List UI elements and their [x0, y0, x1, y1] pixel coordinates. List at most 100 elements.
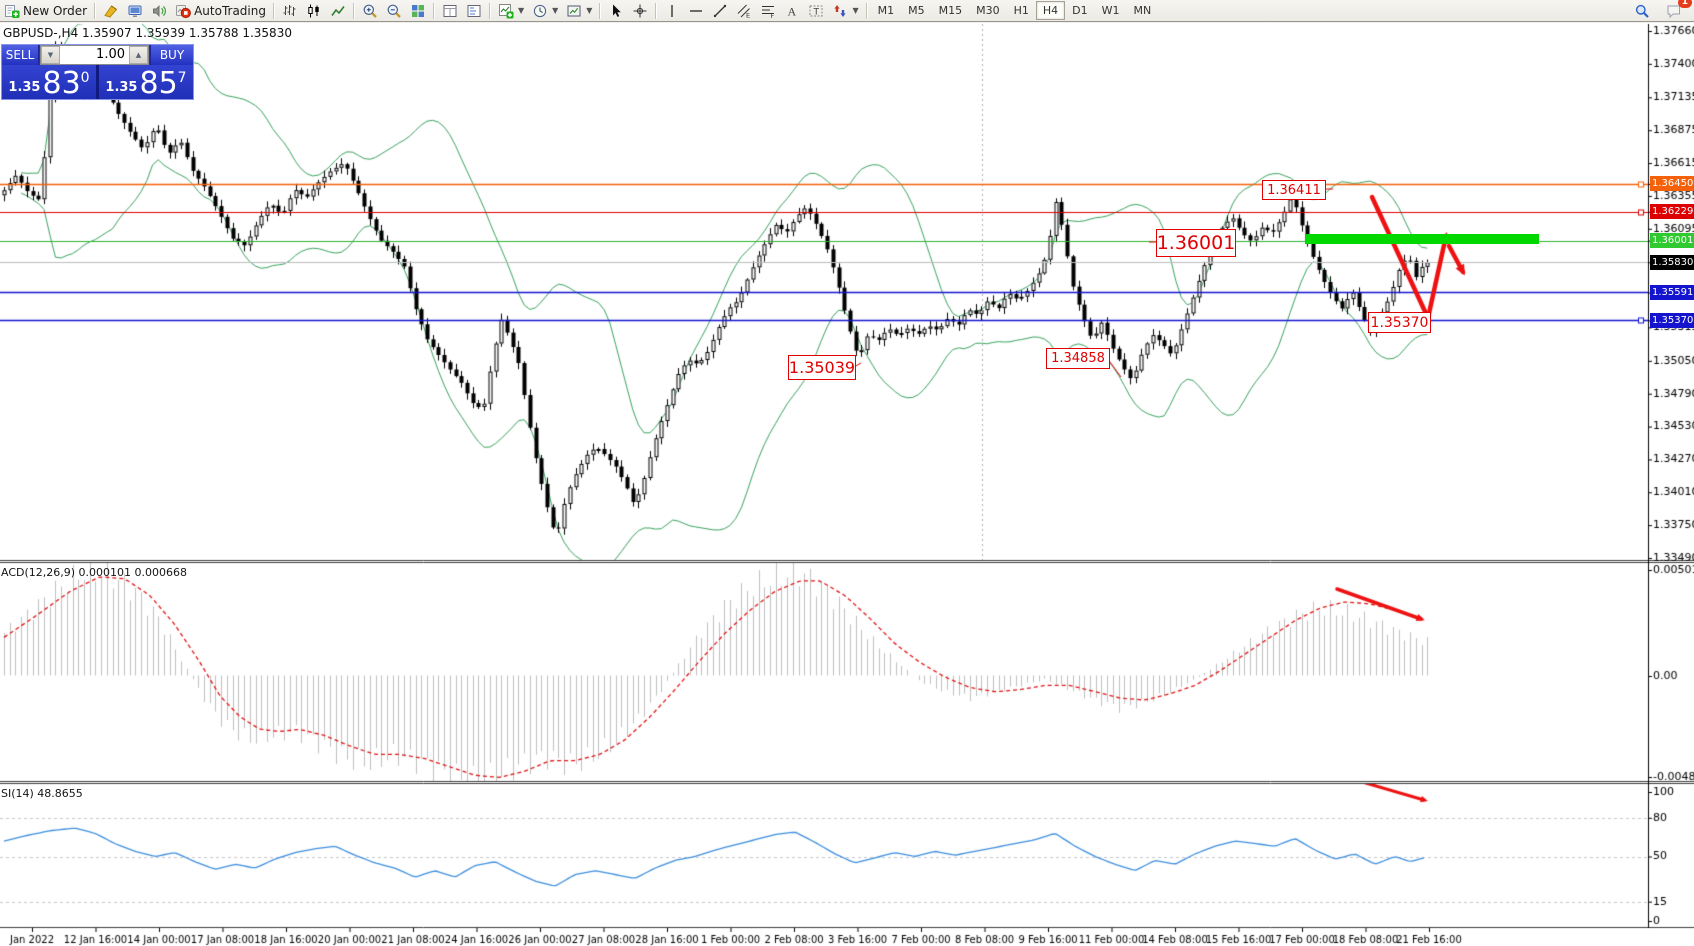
buy-price[interactable]: 1.35 85 7 [99, 65, 193, 99]
support-zone-highlight[interactable] [1305, 234, 1539, 244]
sell-price-small: 1.35 [8, 80, 40, 95]
tile-windows-icon [410, 3, 426, 19]
zoom-in-button[interactable] [358, 1, 382, 20]
fibonacci-button[interactable]: F [756, 1, 780, 20]
timeframe-m1-button[interactable]: M1 [871, 1, 902, 20]
chart-tools-group: ▼ ▼ ▼ [278, 1, 596, 20]
autotrading-button[interactable]: AutoTrading [171, 1, 270, 20]
horizontal-line-icon [688, 3, 704, 19]
price-annotation-1.35039[interactable]: 1.35039 [788, 355, 856, 380]
rsi-label: SI(14) 48.8655 [1, 787, 83, 800]
chart-canvas[interactable] [0, 0, 1694, 946]
autotrading-icon [175, 3, 191, 19]
timeframe-h1-button[interactable]: H1 [1007, 1, 1036, 20]
mt4-window: New Order AutoTrading ▼▼▼ EFAT▼ M1M5M15M… [0, 0, 1694, 946]
bar-chart-button[interactable] [278, 1, 302, 20]
new-order-button[interactable]: New Order [0, 1, 91, 20]
price-annotation-1.36001[interactable]: 1.36001 [1156, 229, 1236, 257]
new-order-label: New Order [23, 4, 87, 18]
terminal-icon [127, 3, 143, 19]
level-price-badge: 1.35370 [1650, 313, 1694, 328]
level-price-badge: 1.36450 [1650, 176, 1694, 191]
data-window-button[interactable] [438, 1, 462, 20]
timeframe-m30-button[interactable]: M30 [969, 1, 1007, 20]
chevron-down-icon[interactable]: ▼ [852, 6, 858, 15]
level-price-badge: 1.36229 [1650, 204, 1694, 219]
notifications-button[interactable]: 1 [1662, 1, 1686, 20]
cursor-button[interactable] [604, 1, 628, 20]
volume-stepper[interactable]: ▼ 1.00 ▲ [40, 45, 149, 65]
horizontal-line-button[interactable] [684, 1, 708, 20]
vertical-line-button[interactable] [660, 1, 684, 20]
label-icon: T [808, 3, 824, 19]
channel-button[interactable]: E [732, 1, 756, 20]
chart-title: GBPUSD-,H4 1.35907 1.35939 1.35788 1.358… [3, 26, 292, 40]
fibonacci-icon: F [760, 3, 776, 19]
buy-button[interactable]: BUY [150, 45, 193, 65]
data-window-icon [442, 3, 458, 19]
sell-price-big: 83 [42, 70, 80, 98]
buy-price-big: 85 [139, 70, 177, 98]
notification-badge: 1 [1678, 0, 1692, 8]
chevron-down-icon[interactable]: ▼ [552, 6, 558, 15]
timeframe-w1-button[interactable]: W1 [1095, 1, 1127, 20]
crosshair-icon [632, 3, 648, 19]
toolbar: New Order AutoTrading ▼▼▼ EFAT▼ M1M5M15M… [0, 0, 1694, 22]
volume-increase-button[interactable]: ▲ [129, 46, 148, 64]
svg-text:F: F [771, 12, 775, 19]
templates-icon [566, 3, 582, 19]
timeframe-m5-button[interactable]: M5 [901, 1, 932, 20]
navigator-button[interactable] [462, 1, 486, 20]
separator [273, 3, 275, 19]
sell-price-sup: 0 [81, 70, 90, 86]
chevron-down-icon[interactable]: ▼ [518, 6, 524, 15]
timeframe-m15-button[interactable]: M15 [932, 1, 970, 20]
level-price-badge: 1.36001 [1650, 233, 1694, 248]
separator [866, 3, 868, 19]
volume-value[interactable]: 1.00 [60, 46, 129, 64]
sell-button[interactable]: SELL [2, 45, 39, 65]
crosshair-button[interactable] [628, 1, 652, 20]
zoom-out-button[interactable] [382, 1, 406, 20]
cleanup-icon [103, 3, 119, 19]
chevron-down-icon[interactable]: ▼ [586, 6, 592, 15]
separator [599, 3, 601, 19]
line-chart-button[interactable] [326, 1, 350, 20]
alerts-icon [151, 3, 167, 19]
trendline-button[interactable] [708, 1, 732, 20]
tile-windows-button[interactable] [406, 1, 430, 20]
search-icon [1634, 3, 1650, 19]
buy-price-sup: 7 [178, 70, 187, 86]
label-button[interactable]: T [804, 1, 828, 20]
candlestick-button[interactable] [302, 1, 326, 20]
arrows-button[interactable]: ▼ [828, 1, 862, 20]
text-button[interactable]: A [780, 1, 804, 20]
price-annotation-1.36411[interactable]: 1.36411 [1262, 180, 1326, 200]
sell-price[interactable]: 1.35 83 0 [2, 65, 96, 99]
indicators-button[interactable]: ▼ [494, 1, 528, 20]
candlestick-icon [306, 3, 322, 19]
templates-button[interactable]: ▼ [562, 1, 596, 20]
timeframe-h4-button[interactable]: H4 [1036, 1, 1065, 20]
periods-button[interactable]: ▼ [528, 1, 562, 20]
channel-icon: E [736, 3, 752, 19]
drawing-tools-group: E F AT ▼ [604, 1, 862, 20]
alerts-button[interactable] [147, 1, 171, 20]
arrows-icon [832, 3, 848, 19]
svg-text:A: A [788, 4, 797, 18]
text-icon: A [784, 3, 800, 19]
svg-text:E: E [746, 11, 750, 19]
volume-decrease-button[interactable]: ▼ [41, 46, 60, 64]
timeframe-mn-button[interactable]: MN [1127, 1, 1159, 20]
price-annotation-1.35370[interactable]: 1.35370 [1368, 312, 1431, 333]
autotrading-label: AutoTrading [194, 4, 266, 18]
cleanup-button[interactable] [99, 1, 123, 20]
search-button[interactable] [1630, 1, 1654, 20]
buy-price-small: 1.35 [105, 80, 137, 95]
timeframe-d1-button[interactable]: D1 [1065, 1, 1094, 20]
cursor-icon [608, 3, 624, 19]
navigator-icon [466, 3, 482, 19]
price-annotation-1.34858[interactable]: 1.34858 [1046, 348, 1110, 369]
line-chart-icon [330, 3, 346, 19]
terminal-button[interactable] [123, 1, 147, 20]
